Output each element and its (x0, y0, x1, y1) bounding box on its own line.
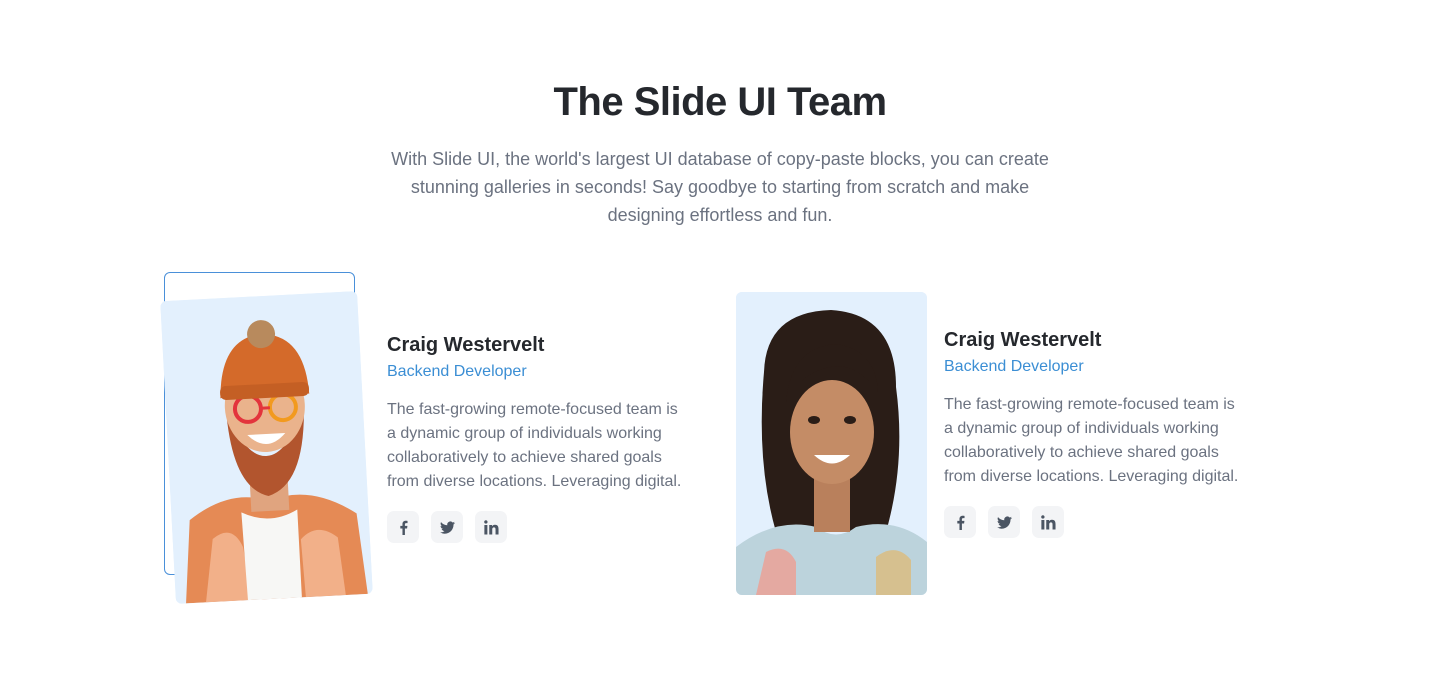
member-photo (160, 291, 373, 604)
social-links (944, 506, 1244, 538)
member-role[interactable]: Backend Developer (387, 361, 687, 383)
twitter-icon[interactable] (988, 506, 1020, 538)
section-title: The Slide UI Team (553, 80, 887, 124)
social-links (387, 511, 687, 543)
member-role[interactable]: Backend Developer (944, 356, 1244, 378)
member-info: Craig Westervelt Backend Developer The f… (387, 332, 687, 543)
member-photo (736, 292, 927, 595)
section-description: With Slide UI, the world's largest UI da… (391, 149, 1049, 225)
member-bio: The fast-growing remote-focused team is … (387, 401, 682, 490)
twitter-icon[interactable] (431, 511, 463, 543)
member-name: Craig Westervelt (387, 334, 545, 356)
member-info: Craig Westervelt Backend Developer The f… (944, 327, 1244, 538)
member-bio: The fast-growing remote-focused team is … (944, 396, 1239, 485)
member-name: Craig Westervelt (944, 329, 1102, 351)
facebook-icon[interactable] (387, 511, 419, 543)
linkedin-icon[interactable] (1032, 506, 1064, 538)
facebook-icon[interactable] (944, 506, 976, 538)
team-section: The Slide UI Team With Slide UI, the wor… (0, 0, 1440, 684)
linkedin-icon[interactable] (475, 511, 507, 543)
